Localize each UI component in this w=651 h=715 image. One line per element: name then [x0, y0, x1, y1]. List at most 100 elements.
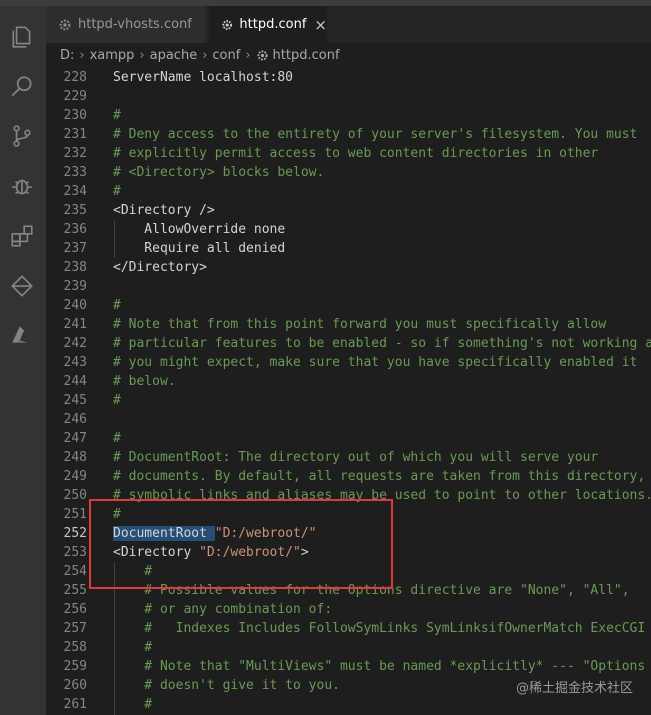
- line-text: # <Directory> blocks below.: [113, 165, 325, 180]
- close-icon[interactable]: ×: [314, 16, 327, 34]
- code-line[interactable]: 237 Require all denied: [46, 239, 651, 258]
- line-text: # documents. By default, all requests ar…: [113, 469, 651, 484]
- breadcrumb-item[interactable]: conf: [212, 48, 240, 63]
- code-line[interactable]: 241 # Note that from this point forward y…: [46, 315, 651, 334]
- code-line[interactable]: 247 #: [46, 429, 651, 448]
- line-text: #: [113, 184, 121, 199]
- line-text: # below.: [113, 374, 176, 389]
- code-line[interactable]: 246: [46, 410, 651, 429]
- line-text: #: [113, 298, 121, 313]
- line-number: 234: [63, 184, 87, 199]
- debug-icon[interactable]: [8, 172, 36, 200]
- line-text: # Note that from this point forward you …: [113, 317, 607, 332]
- code-line[interactable]: 234 #: [46, 182, 651, 201]
- line-number: 257: [63, 621, 87, 636]
- source-control-icon[interactable]: [8, 122, 36, 150]
- line-text: # Indexes Includes FollowSymLinks SymLin…: [113, 621, 651, 636]
- line-number: 251: [63, 507, 87, 522]
- line-number: 238: [63, 260, 87, 275]
- breadcrumb: D: › xampp › apache › conf › httpd.conf: [46, 43, 651, 68]
- code-line[interactable]: 238 </Directory>: [46, 258, 651, 277]
- line-number: 244: [63, 374, 87, 389]
- code-line[interactable]: 248 # DocumentRoot: The directory out of …: [46, 448, 651, 467]
- tab-httpd-conf[interactable]: httpd.conf ×: [209, 6, 327, 43]
- code-line[interactable]: 243 # you might expect, make sure that yo…: [46, 353, 651, 372]
- line-text: <Directory />: [113, 203, 215, 218]
- code-line[interactable]: 228 ServerName localhost:80: [46, 68, 651, 87]
- code-line[interactable]: 233 # <Directory> blocks below.: [46, 163, 651, 182]
- gear-icon: [59, 19, 71, 30]
- line-text: Require all denied: [113, 241, 286, 256]
- line-number: 236: [63, 222, 87, 237]
- code-line[interactable]: 259 # Note that "MultiViews" must be nam…: [46, 657, 651, 676]
- line-number: 233: [63, 165, 87, 180]
- line-number: 260: [63, 678, 87, 693]
- code-line[interactable]: 245 #: [46, 391, 651, 410]
- line-text: ServerName localhost:80: [113, 70, 294, 85]
- line-number: 239: [63, 279, 87, 294]
- activity-bar: [0, 6, 46, 715]
- code-line[interactable]: 235 <Directory />: [46, 201, 651, 220]
- remote-icon[interactable]: [8, 272, 36, 300]
- explorer-icon[interactable]: [8, 23, 36, 51]
- search-icon[interactable]: [8, 73, 36, 101]
- code-line[interactable]: 236 AllowOverride none: [46, 220, 651, 239]
- breadcrumb-item[interactable]: xampp: [90, 48, 135, 63]
- tab-label: httpd-vhosts.conf: [78, 17, 192, 32]
- line-number: 240: [63, 298, 87, 313]
- line-number: 231: [63, 127, 87, 142]
- gear-icon: [222, 19, 233, 30]
- line-number: 255: [63, 583, 87, 598]
- code-line[interactable]: 239: [46, 277, 651, 296]
- line-text: #: [113, 108, 121, 123]
- azure-icon[interactable]: [8, 321, 36, 349]
- chevron-right-icon: ›: [139, 48, 145, 63]
- code-line[interactable]: 244 # below.: [46, 372, 651, 391]
- breadcrumb-item[interactable]: apache: [150, 48, 198, 63]
- tab-bar: httpd-vhosts.conf httpd.conf ×: [46, 6, 651, 43]
- line-number: 249: [63, 469, 87, 484]
- code-line[interactable]: 242 # particular features to be enabled -…: [46, 334, 651, 353]
- code-line[interactable]: 256 # or any combination of:: [46, 600, 651, 619]
- line-number: 250: [63, 488, 87, 503]
- annotation-highlight-box: [89, 499, 393, 589]
- breadcrumb-item[interactable]: httpd.conf: [273, 48, 340, 63]
- line-number: 256: [63, 602, 87, 617]
- line-number: 230: [63, 108, 87, 123]
- line-text: # you might expect, make sure that you h…: [113, 355, 638, 370]
- line-number: 247: [63, 431, 87, 446]
- line-number: 254: [63, 564, 87, 579]
- chevron-right-icon: ›: [245, 48, 251, 63]
- code-line[interactable]: 240 #: [46, 296, 651, 315]
- code-line[interactable]: 232 # explicitly permit access to web con…: [46, 144, 651, 163]
- line-number: 252: [63, 526, 87, 541]
- line-text: #: [113, 393, 121, 408]
- line-text: # DocumentRoot: The directory out of whi…: [113, 450, 599, 465]
- line-number: 243: [63, 355, 87, 370]
- line-text: #: [113, 431, 121, 446]
- code-line[interactable]: 230 #: [46, 106, 651, 125]
- code-line[interactable]: 249 # documents. By default, all requests…: [46, 467, 651, 486]
- code-line[interactable]: 257 # Indexes Includes FollowSymLinks Sy…: [46, 619, 651, 638]
- tab-httpd-vhosts[interactable]: httpd-vhosts.conf: [46, 6, 205, 43]
- code-line[interactable]: 229: [46, 87, 651, 106]
- line-number: 228: [63, 70, 87, 85]
- line-text: # Deny access to the entirety of your se…: [113, 127, 638, 142]
- code-editor[interactable]: 228 ServerName localhost:80 229 230 #231 # De…: [46, 68, 651, 715]
- line-text: #: [113, 697, 153, 712]
- tab-label: httpd.conf: [239, 17, 307, 32]
- code-line[interactable]: 261 #: [46, 695, 651, 714]
- line-number: 246: [63, 412, 87, 427]
- code-line[interactable]: 231 # Deny access to the entirety of your…: [46, 125, 651, 144]
- chevron-right-icon: ›: [202, 48, 208, 63]
- gear-icon: [256, 50, 268, 61]
- code-line[interactable]: 258 #: [46, 638, 651, 657]
- line-number: 259: [63, 659, 87, 674]
- extensions-icon[interactable]: [8, 222, 36, 250]
- line-text: # explicitly permit access to web conten…: [113, 146, 599, 161]
- line-text: # doesn't give it to you.: [113, 678, 340, 693]
- line-number: 235: [63, 203, 87, 218]
- breadcrumb-item[interactable]: D:: [60, 48, 74, 63]
- line-number: 237: [63, 241, 87, 256]
- line-number: 253: [63, 545, 87, 560]
